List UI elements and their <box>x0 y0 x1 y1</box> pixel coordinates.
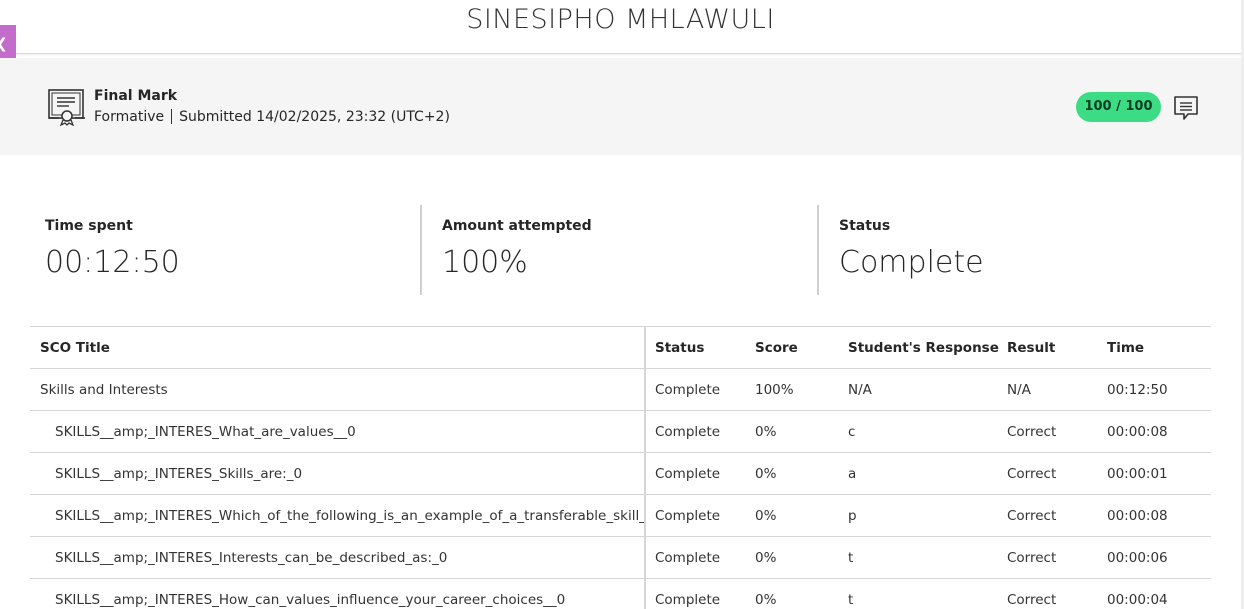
row-response: t <box>848 536 1007 579</box>
divider <box>171 109 173 124</box>
row-response: c <box>848 410 1007 453</box>
table-row: SKILLS__amp;_INTERES_Interests_can_be_de… <box>30 536 1211 579</box>
row-status: Complete <box>645 578 755 609</box>
row-score: 0% <box>755 452 848 495</box>
chevron-left-icon: ❮ <box>0 36 8 52</box>
row-status: Complete <box>645 410 755 453</box>
column-header-result: Result <box>1007 326 1107 369</box>
row-title: SKILLS__amp;_INTERES_Skills_are:_0 <box>30 452 646 495</box>
student-name: SINESIPHO MHLAWULI <box>466 4 775 35</box>
stat-divider <box>817 205 819 295</box>
column-header-time: Time <box>1107 326 1211 369</box>
row-time: 00:12:50 <box>1107 368 1211 411</box>
row-response: N/A <box>848 368 1007 411</box>
assessment-header: Final Mark Formative Submitted 14/02/2025… <box>0 58 1241 155</box>
grade-pill[interactable]: 100 / 100 <box>1076 92 1161 122</box>
table-row: SKILLS__amp;_INTERES_How_can_values_infl… <box>30 578 1211 609</box>
table-body: Skills and Interests Complete 100% N/A N/A 00… <box>30 368 1211 609</box>
stat-value: 100% <box>442 245 528 280</box>
stat-label: Amount attempted <box>442 218 592 234</box>
row-status: Complete <box>645 452 755 495</box>
table-header-row: SCO Title Status Score Student's Respons… <box>30 326 1211 369</box>
certificate-icon <box>48 89 85 126</box>
column-header-response: Student's Response <box>848 326 1007 369</box>
row-score: 0% <box>755 536 848 579</box>
row-score: 0% <box>755 494 848 537</box>
row-result: N/A <box>1007 368 1107 411</box>
row-response: t <box>848 578 1007 609</box>
assessment-meta: Formative Submitted 14/02/2025, 23:32 (UT… <box>94 109 450 125</box>
column-header-score: Score <box>755 326 848 369</box>
row-score: 100% <box>755 368 848 411</box>
stat-label: Time spent <box>45 218 133 234</box>
row-status: Complete <box>645 536 755 579</box>
table-row: SKILLS__amp;_INTERES_What_are_values__0 C… <box>30 410 1211 453</box>
row-time: 00:00:01 <box>1107 452 1211 495</box>
row-title: SKILLS__amp;_INTERES_How_can_values_infl… <box>30 578 646 609</box>
attempt-stats: Time spent 00:12:50 Amount attempted 100… <box>30 205 1211 295</box>
table-row: SKILLS__amp;_INTERES_Skills_are:_0 Comple… <box>30 452 1211 495</box>
column-header-sco-title: SCO Title <box>30 326 646 369</box>
row-time: 00:00:06 <box>1107 536 1211 579</box>
row-response: p <box>848 494 1007 537</box>
stat-value: 00:12:50 <box>45 245 180 280</box>
top-bar: SINESIPHO MHLAWULI <box>0 0 1241 54</box>
row-time: 00:00:04 <box>1107 578 1211 609</box>
assessment-type: Formative <box>94 109 165 125</box>
row-result: Correct <box>1007 578 1107 609</box>
row-result: Correct <box>1007 494 1107 537</box>
column-header-status: Status <box>645 326 755 369</box>
feedback-comment-icon[interactable] <box>1172 94 1200 122</box>
row-title: Skills and Interests <box>30 368 646 411</box>
row-title: SKILLS__amp;_INTERES_What_are_values__0 <box>30 410 646 453</box>
row-score: 0% <box>755 578 848 609</box>
row-status: Complete <box>645 494 755 537</box>
row-result: Correct <box>1007 452 1107 495</box>
row-title: SKILLS__amp;_INTERES_Interests_can_be_de… <box>30 536 646 579</box>
stat-divider <box>420 205 422 295</box>
row-status: Complete <box>645 368 755 411</box>
table-row: SKILLS__amp;_INTERES_Which_of_the_follow… <box>30 494 1211 537</box>
sco-table-container: SCO Title Status Score Student's Respons… <box>30 326 1211 609</box>
row-score: 0% <box>755 410 848 453</box>
row-title: SKILLS__amp;_INTERES_Which_of_the_follow… <box>30 494 646 537</box>
submission-date: Submitted 14/02/2025, 23:32 (UTC+2) <box>179 109 450 125</box>
row-time: 00:00:08 <box>1107 494 1211 537</box>
row-time: 00:00:08 <box>1107 410 1211 453</box>
sco-table: SCO Title Status Score Student's Respons… <box>30 326 1211 609</box>
row-result: Correct <box>1007 536 1107 579</box>
assessment-title: Final Mark <box>94 88 178 104</box>
stat-label: Status <box>839 218 891 234</box>
row-result: Correct <box>1007 410 1107 453</box>
row-response: a <box>848 452 1007 495</box>
table-row: Skills and Interests Complete 100% N/A N/A 00… <box>30 368 1211 411</box>
stat-value: Complete <box>839 245 984 280</box>
